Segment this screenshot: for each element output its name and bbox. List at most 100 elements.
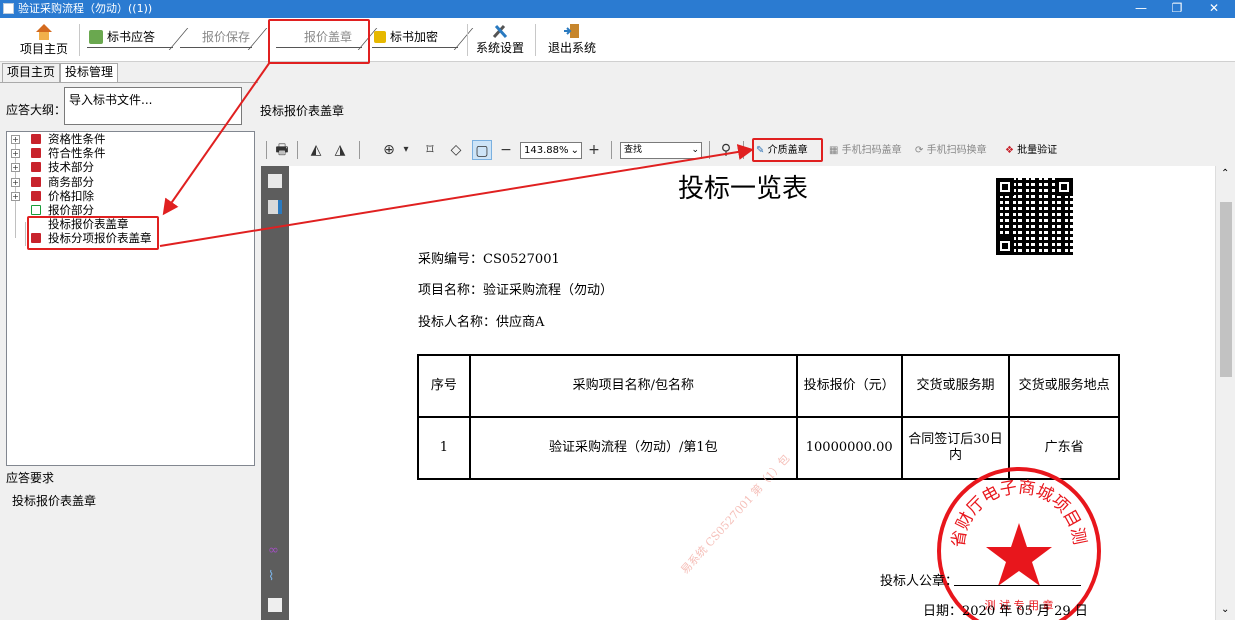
seal-ring-textpath: 省财厅电子商城项目测试（勿动）3 <box>934 463 1089 549</box>
title-bar: 验证采购流程（勿动）((1)) — ❐ ✕ <box>0 0 1235 18</box>
tools-icon <box>492 24 508 39</box>
signature-icon[interactable]: ∞ <box>268 544 282 558</box>
rotate-right-icon[interactable]: ◮ <box>331 140 349 160</box>
tree-item-label: 商务部分 <box>48 175 94 189</box>
zoom-dropdown-icon[interactable]: ▾ <box>401 140 411 160</box>
highlight-stamp-quote <box>268 19 370 64</box>
save-quote-label: 报价保存 <box>202 30 251 44</box>
find-select[interactable]: 查找 ⌄ <box>620 142 702 159</box>
table-cell: 1 <box>417 416 471 480</box>
toolbar-divider <box>611 141 612 159</box>
lock-icon <box>374 31 386 43</box>
bookmark-icon[interactable] <box>268 174 282 188</box>
pdf-page: 投标一览表 采购编号：CS0527001 项目名称：验证采购流程（勿动） 投标人… <box>289 166 1215 620</box>
expand-icon[interactable]: + <box>11 149 20 158</box>
zoom-select[interactable]: 143.88% ⌄ <box>520 142 582 159</box>
toolbar-divider <box>467 24 468 56</box>
scroll-down-icon[interactable]: ⌄ <box>1221 604 1229 615</box>
main-toolbar: 项目主页 标书应答 报价保存 报价盖章 标书加密 系统设置 退出系统 <box>0 18 1235 62</box>
table-cell: 10000000.00 <box>795 416 903 480</box>
comment-icon[interactable] <box>268 598 282 612</box>
fit-width-icon[interactable]: ◇ <box>447 140 465 160</box>
bid-answer-button[interactable]: 标书应答 <box>87 28 189 50</box>
page-edit-icon[interactable] <box>268 200 282 214</box>
signature-line <box>954 585 1081 586</box>
batch-verify-label: 批量验证 <box>1017 145 1058 156</box>
outline-label: 应答大纲： <box>6 103 67 117</box>
tree-item-label: 技术部分 <box>48 160 94 174</box>
phone-scan-replace-button[interactable]: ⟳ 手机扫码换章 <box>915 142 987 160</box>
pdf-icon <box>31 177 41 187</box>
zoom-in-icon[interactable]: ⊕ <box>379 140 399 160</box>
toolbar-divider <box>266 141 267 159</box>
bid-table: 序号 采购项目名称/包名称 投标报价（元） 交货或服务期 交货或服务地点 1 验… <box>417 354 1120 480</box>
bid-answer-label: 标书应答 <box>107 30 156 44</box>
attachment-icon[interactable]: ⌇ <box>268 570 282 584</box>
settings-button[interactable]: 系统设置 <box>472 23 528 56</box>
zoom-plus-icon[interactable]: + <box>586 140 602 160</box>
find-placeholder: 查找 <box>624 145 643 155</box>
purchase-number: 采购编号：CS0527001 <box>418 252 560 267</box>
pdf-toolbar: 🖶 ◭ ◮ ⊕ ▾ ⌑ ◇ ▢ − 143.88% ⌄ + 查找 ⌄ ⚲ ✎ 介质盖… <box>261 134 1235 166</box>
home-label: 项目主页 <box>19 42 68 56</box>
arrow-right-icon <box>89 30 103 44</box>
left-panel: 应答大纲： 导入标书文件... + 资格性条件 + 符合性条件 + 技术部分 +… <box>0 82 258 620</box>
books-icon: ❖ <box>1005 145 1014 156</box>
project-name: 项目名称：验证采购流程（勿动） <box>418 283 614 298</box>
exit-button[interactable]: 退出系统 <box>542 23 602 56</box>
print-icon[interactable]: 🖶 <box>273 140 291 160</box>
expand-icon[interactable]: + <box>11 135 20 144</box>
import-file-box[interactable]: 导入标书文件... <box>64 87 242 125</box>
bidder-name: 投标人名称：供应商A <box>418 315 545 330</box>
tree-item-label: 价格扣除 <box>48 189 94 203</box>
pdf-icon <box>31 191 41 201</box>
table-header: 序号 <box>417 354 471 418</box>
expand-icon[interactable]: + <box>11 163 20 172</box>
window-title: 验证采购流程（勿动）((1)) <box>18 2 153 15</box>
pdf-icon <box>31 134 41 144</box>
settings-label: 系统设置 <box>475 41 524 55</box>
batch-verify-button[interactable]: ❖ 批量验证 <box>1005 142 1057 160</box>
phone-scan-stamp-button[interactable]: ▦ 手机扫码盖章 <box>829 142 902 160</box>
import-file-text: 导入标书文件... <box>69 93 153 107</box>
minimize-button[interactable]: — <box>1124 0 1158 18</box>
exit-door-icon <box>564 24 579 38</box>
tab-bid-management[interactable]: 投标管理 <box>60 63 118 82</box>
toolbar-divider <box>359 141 360 159</box>
pdf-sidebar: ∞ ⌇ <box>261 166 289 620</box>
stamp-icon[interactable]: ⚲ <box>717 140 735 160</box>
phone-scan-replace-label: 手机扫码换章 <box>926 145 987 156</box>
close-button[interactable]: ✕ <box>1197 0 1231 18</box>
maximize-button[interactable]: ❐ <box>1160 0 1194 18</box>
tab-project-home[interactable]: 项目主页 <box>2 63 60 82</box>
table-header: 采购项目名称/包名称 <box>468 354 798 418</box>
expand-icon[interactable]: + <box>11 178 20 187</box>
home-button[interactable]: 项目主页 <box>14 24 74 57</box>
document-heading: 投标一览表 <box>678 174 809 204</box>
table-cell: 验证采购流程（勿动）/第1包 <box>468 416 798 480</box>
table-header: 交货或服务地点 <box>1008 354 1120 418</box>
exit-label: 退出系统 <box>547 41 596 55</box>
replace-icon: ⟳ <box>915 145 924 156</box>
seal-ring-text: 省财厅电子商城项目测试（勿动）3 <box>934 463 1089 549</box>
save-quote-button[interactable]: 报价保存 <box>180 28 268 50</box>
scroll-thumb[interactable] <box>1220 202 1232 377</box>
zoom-out-icon[interactable]: − <box>499 140 513 160</box>
tree-line <box>25 222 26 246</box>
pdf-icon <box>31 162 41 172</box>
app-window: 验证采购流程（勿动）((1)) — ❐ ✕ 项目主页 标书应答 报价保存 报价盖… <box>0 0 1235 620</box>
expand-icon[interactable]: + <box>11 192 20 201</box>
vertical-scrollbar[interactable]: ⌃ ⌄ <box>1215 166 1235 620</box>
toolbar-divider <box>709 141 710 159</box>
actual-size-icon[interactable]: ▢ <box>472 140 492 160</box>
rotate-left-icon[interactable]: ◭ <box>307 140 325 160</box>
step-divider <box>247 28 268 50</box>
company-seal: 省财厅电子商城项目测试（勿动）3 测 试 专 用 章 <box>934 463 1101 620</box>
tree-item-label: 报价部分 <box>48 203 94 217</box>
table-header: 交货或服务期 <box>900 354 1011 418</box>
toolbar-divider <box>297 141 298 159</box>
fit-page-icon[interactable]: ⌑ <box>421 140 439 160</box>
encrypt-button[interactable]: 标书加密 <box>372 28 474 50</box>
scroll-up-icon[interactable]: ⌃ <box>1221 168 1229 179</box>
document-title: 投标报价表盖章 <box>260 104 345 118</box>
